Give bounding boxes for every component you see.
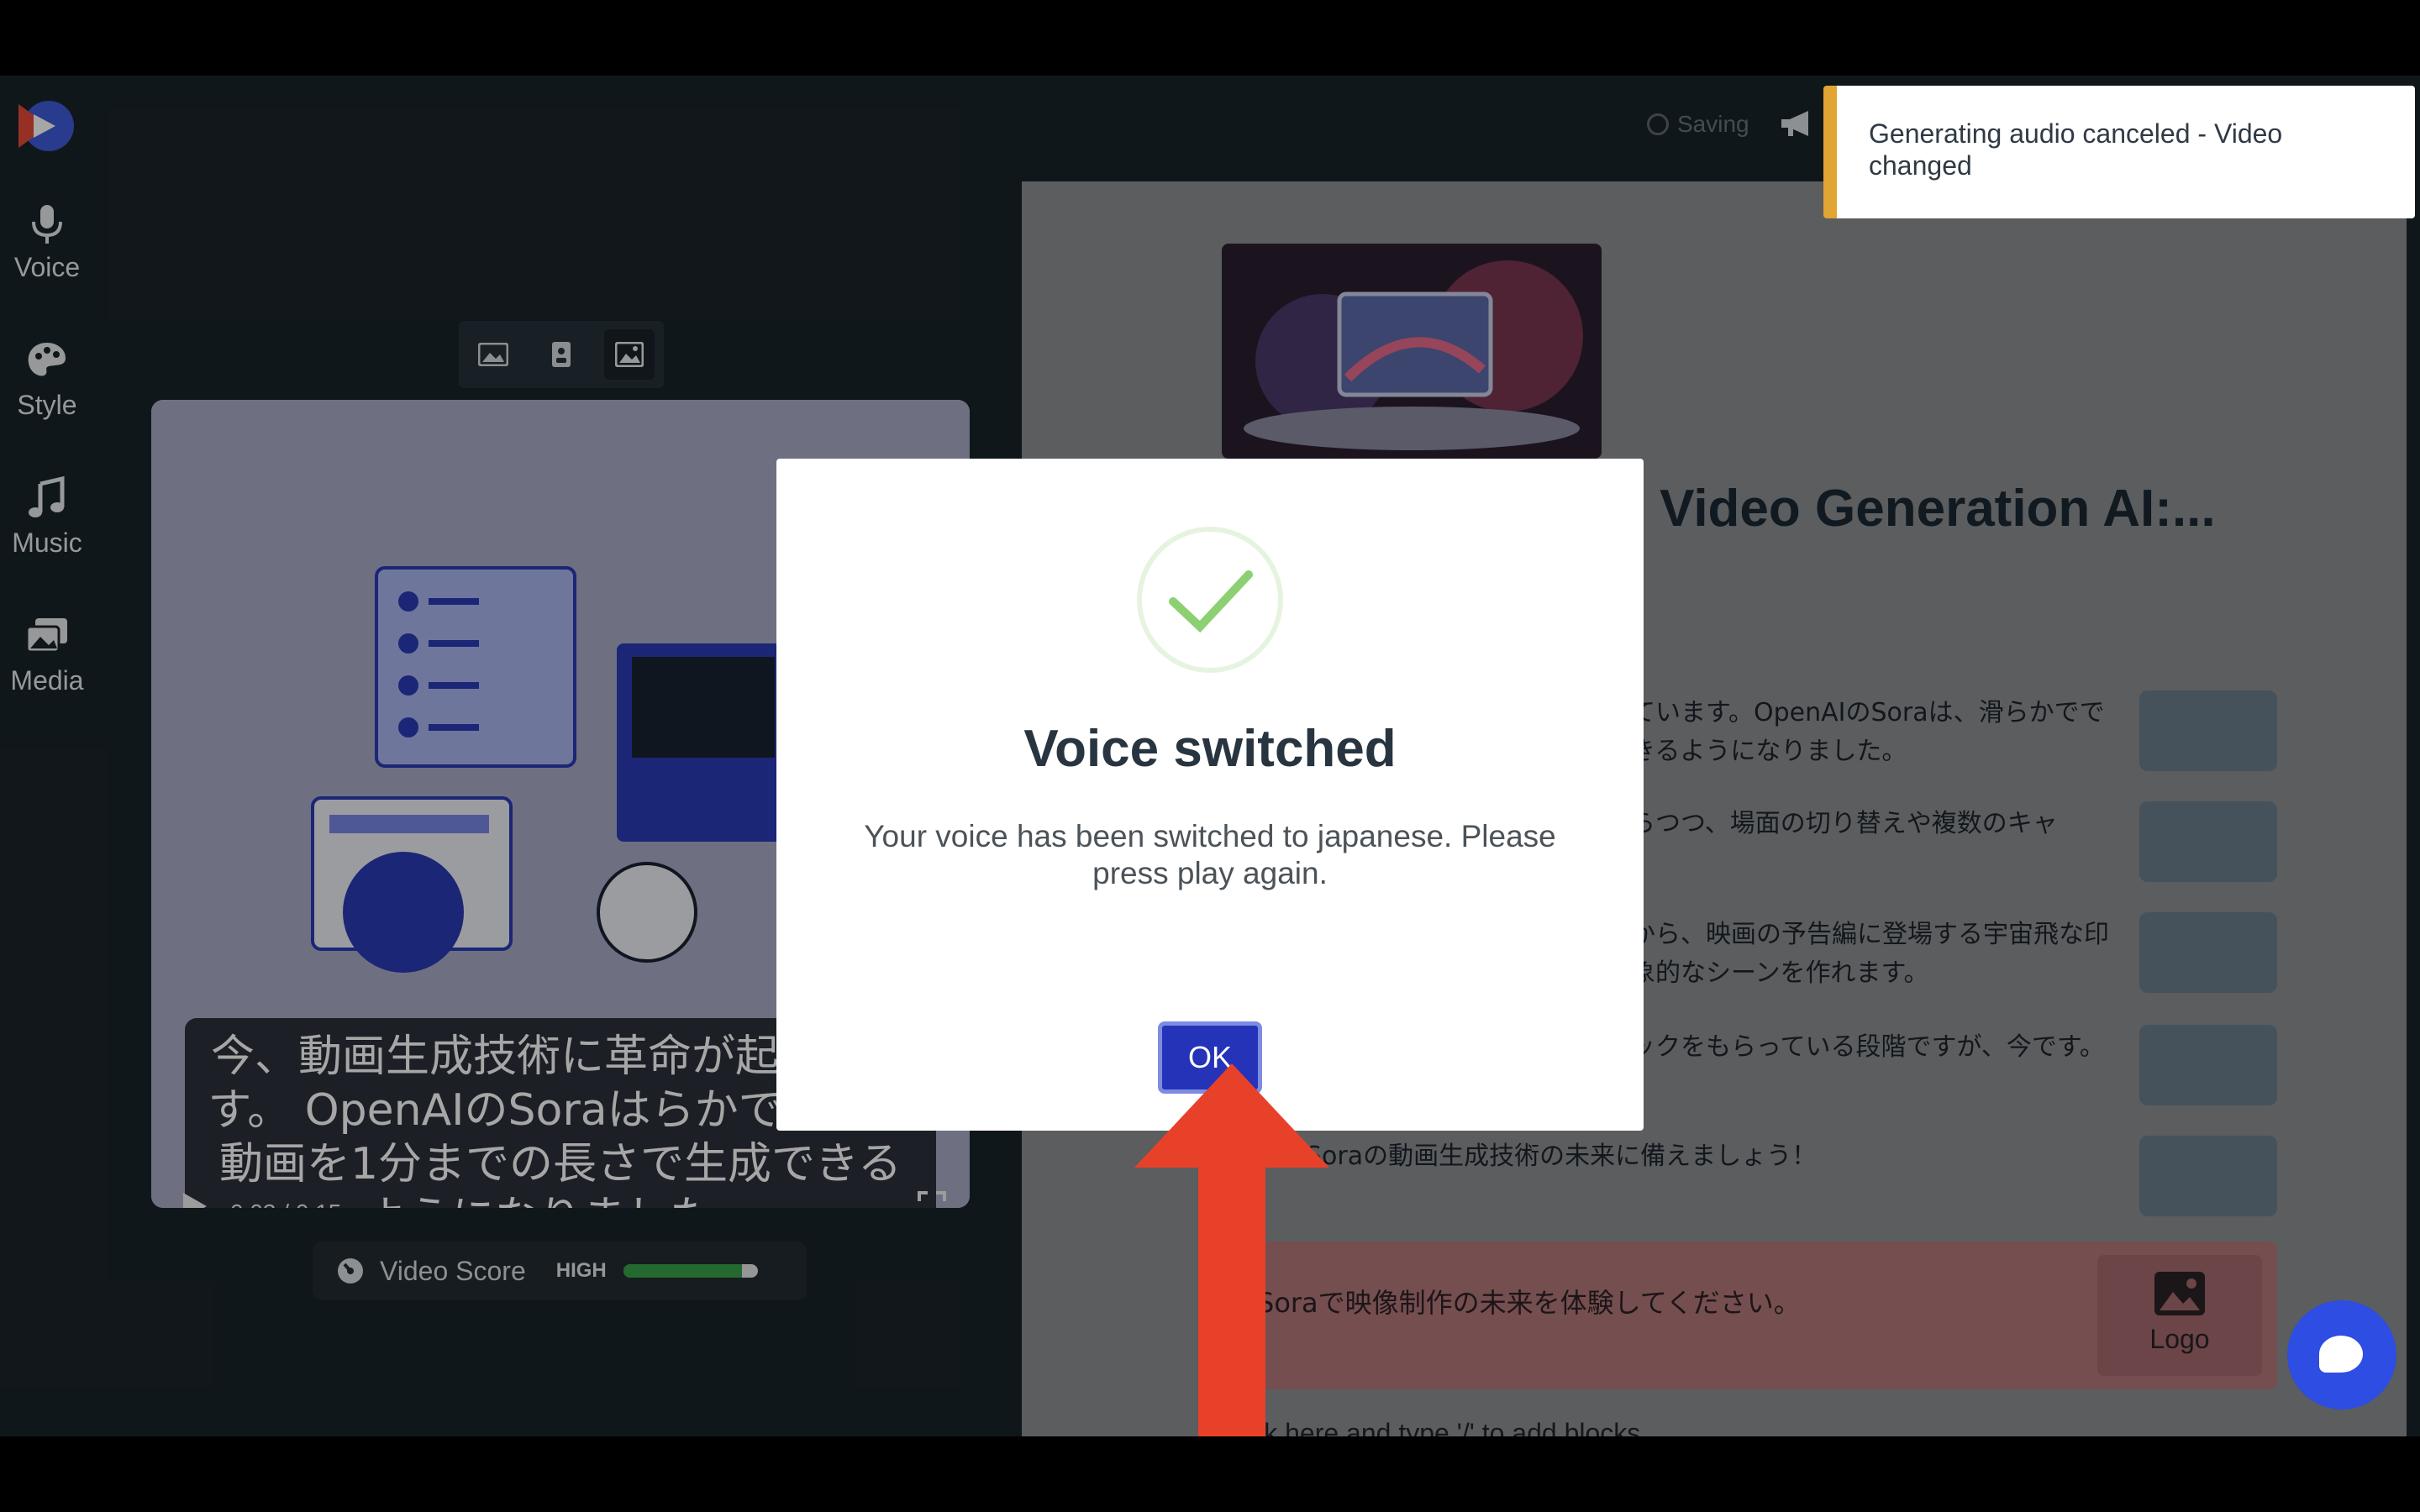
toast-notification: Generating audio canceled - Video change… xyxy=(1823,86,2415,218)
success-check-icon xyxy=(1137,527,1283,673)
annotation-arrow xyxy=(1134,1063,1329,1436)
dialog-message: Your voice has been switched to japanese… xyxy=(864,819,1556,890)
chat-button[interactable] xyxy=(2287,1300,2396,1410)
app-window: Voice Style Music Media 今、動画生成技術に革命が起ていま… xyxy=(0,76,2420,1436)
chat-icon xyxy=(2319,1336,2363,1373)
screen-frame: Voice Style Music Media 今、動画生成技術に革命が起ていま… xyxy=(0,0,2420,1512)
dialog-title: Voice switched xyxy=(1023,720,1397,778)
voice-switched-dialog: Voice switched Your voice has been switc… xyxy=(776,459,1644,1131)
